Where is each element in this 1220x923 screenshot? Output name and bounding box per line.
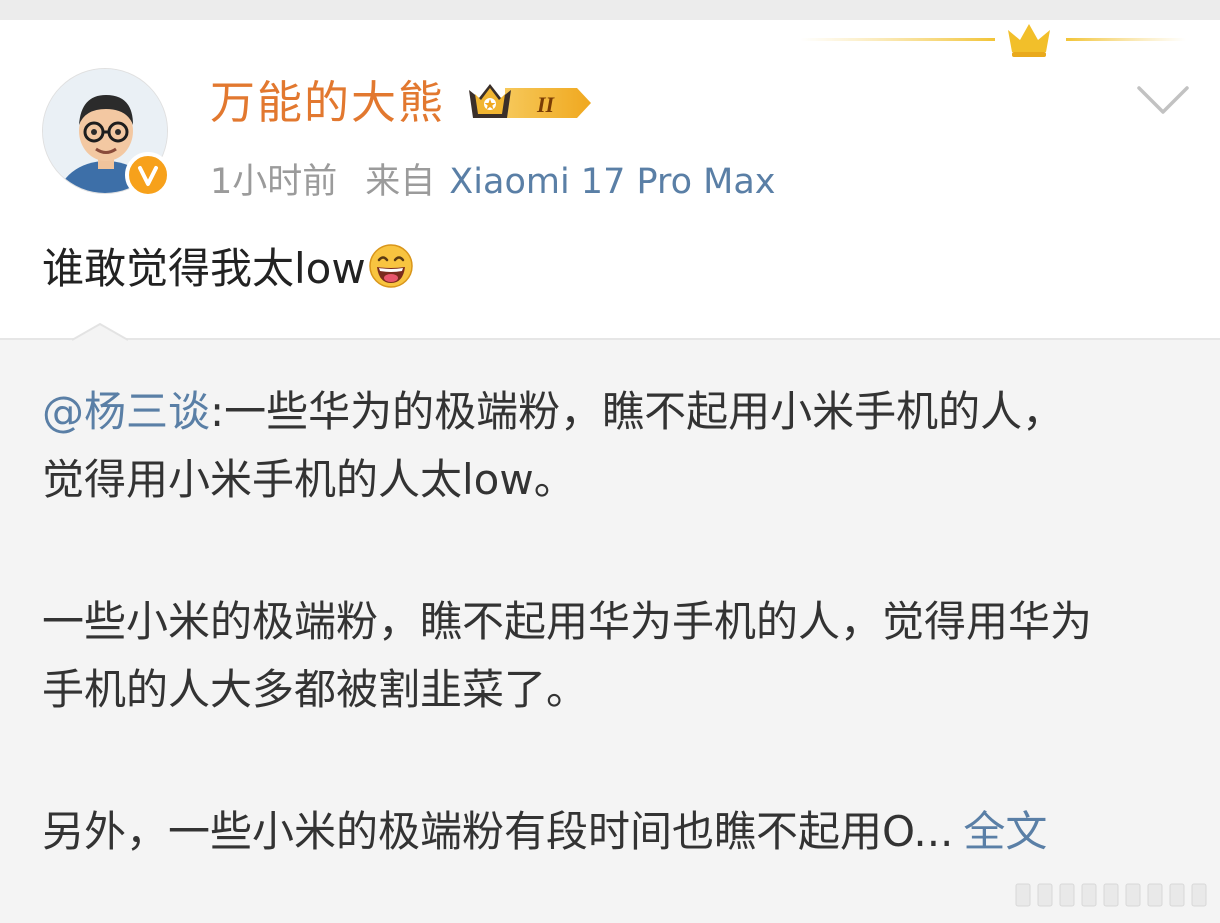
chevron-down-icon[interactable] xyxy=(1135,82,1191,118)
repost-pointer xyxy=(72,322,128,341)
repost-content[interactable]: @杨三谈:一些华为的极端粉，瞧不起用小米手机的人， 觉得用小米手机的人太low。… xyxy=(42,378,1192,866)
verified-badge-icon xyxy=(125,152,171,198)
post-time: 1小时前 xyxy=(210,162,338,202)
divider xyxy=(0,338,1220,340)
repost-line-5: 另外，一些小米的极端粉有段时间也瞧不起用O... 全文 xyxy=(42,807,1048,856)
vip-level-text: II xyxy=(536,92,556,117)
full-text-link[interactable]: 全文 xyxy=(963,807,1047,856)
page-indicator xyxy=(1015,883,1207,907)
post-text: 谁敢觉得我太low xyxy=(42,244,366,293)
vip-level-badge[interactable]: II xyxy=(465,78,595,132)
repost-line-4: 手机的人大多都被割韭菜了。 xyxy=(42,665,589,714)
laughing-emoji-icon xyxy=(368,244,413,288)
repost-line-3: 一些小米的极端粉，瞧不起用华为手机的人，觉得用华为 xyxy=(42,597,1093,646)
post-content: 谁敢觉得我太low xyxy=(42,238,414,300)
post-meta: 1小时前 来自 Xiaomi 17 Pro Max xyxy=(210,157,775,207)
source-prefix: 来自 xyxy=(365,162,436,202)
crown-decoration xyxy=(800,24,1186,57)
username[interactable]: 万能的大熊 xyxy=(210,72,445,134)
repost-line-1: @杨三谈:一些华为的极端粉，瞧不起用小米手机的人， xyxy=(42,387,1065,436)
device-link[interactable]: Xiaomi 17 Pro Max xyxy=(449,162,775,202)
repost-line-2: 觉得用小米手机的人太low。 xyxy=(42,455,576,504)
crown-icon xyxy=(1008,24,1050,52)
vip-crown-badge-icon: II xyxy=(469,84,591,118)
mention-link[interactable]: @杨三谈 xyxy=(42,387,210,436)
